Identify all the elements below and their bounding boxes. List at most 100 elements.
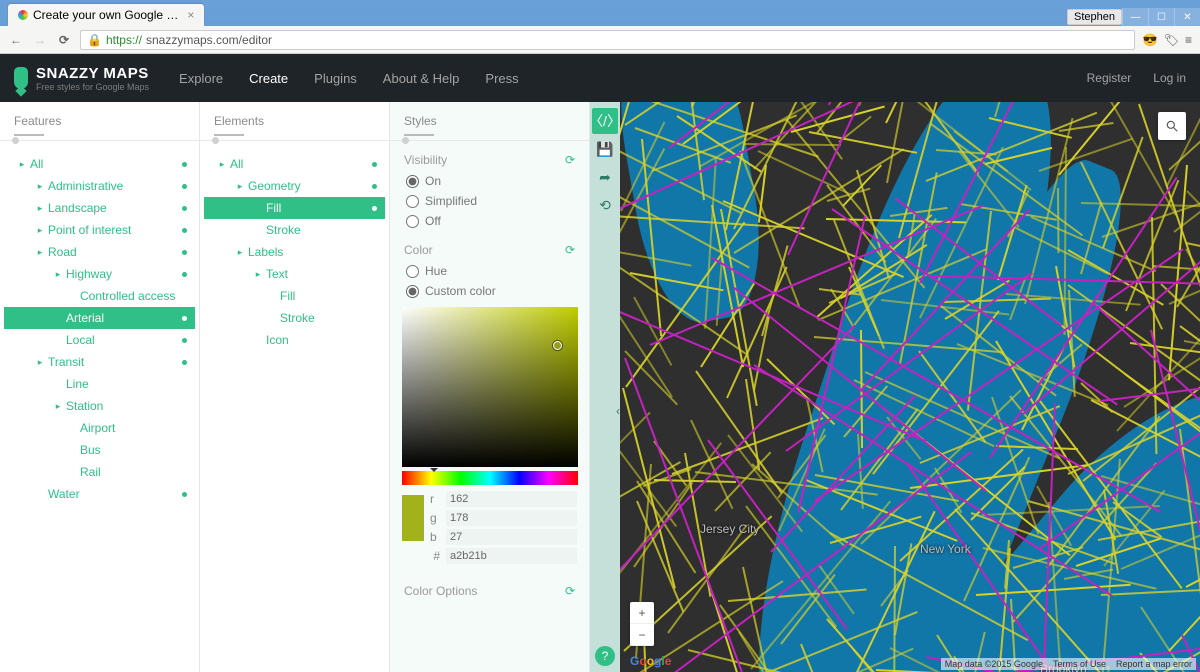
share-button[interactable]: ➦ <box>592 164 618 190</box>
map-search-button[interactable] <box>1158 112 1186 140</box>
bookmark-icon[interactable]: 🏷 <box>1164 33 1179 47</box>
feature-highway[interactable]: ▸Highway <box>4 263 195 285</box>
element-text[interactable]: ▸Text <box>204 263 385 285</box>
visibility-reset-icon[interactable]: ⟳ <box>565 153 575 167</box>
feature-transit[interactable]: ▸Transit <box>4 351 195 373</box>
tree-label: Controlled access <box>80 289 175 303</box>
color-options-reset-icon[interactable]: ⟳ <box>565 584 575 598</box>
address-bar[interactable]: 🔒 https:// snazzymaps.com/editor <box>80 30 1135 50</box>
lock-icon: 🔒 <box>87 33 102 47</box>
hue-marker-icon[interactable] <box>430 468 438 476</box>
visibility-on[interactable]: On <box>390 171 589 191</box>
zoom-in-button[interactable]: + <box>630 602 654 624</box>
feature-administrative[interactable]: ▸ Administrative <box>4 175 195 197</box>
color-custom[interactable]: Custom color <box>390 281 589 301</box>
g-input[interactable] <box>446 510 577 526</box>
nav-about[interactable]: About & Help <box>383 71 460 86</box>
menu-icon[interactable]: ≡ <box>1185 33 1192 47</box>
incognito-icon[interactable]: 😎 <box>1143 33 1158 47</box>
help-button[interactable]: ? <box>595 646 615 666</box>
tree-label: Administrative <box>48 179 123 193</box>
feature-arterial[interactable]: Arterial <box>4 307 195 329</box>
color-satval-picker[interactable] <box>402 307 578 467</box>
nav-explore[interactable]: Explore <box>179 71 223 86</box>
feature-controlled-access[interactable]: Controlled access <box>4 285 195 307</box>
reload-icon[interactable]: ⟳ <box>56 33 72 47</box>
r-input[interactable] <box>446 491 577 507</box>
login-link[interactable]: Log in <box>1153 71 1186 85</box>
element-labels[interactable]: ▸Labels <box>204 241 385 263</box>
nav-create[interactable]: Create <box>249 71 288 86</box>
modified-dot-icon <box>182 338 187 343</box>
code-view-button[interactable]: 〈/〉 <box>592 108 618 134</box>
brand-name: SNAZZY MAPS <box>36 65 149 82</box>
element-stroke[interactable]: Stroke <box>204 219 385 241</box>
hex-input[interactable] <box>446 548 577 564</box>
caret-icon: ▸ <box>36 247 44 258</box>
tree-label: Geometry <box>248 179 301 193</box>
feature-airport[interactable]: Airport <box>4 417 195 439</box>
browser-tab[interactable]: Create your own Google … × <box>8 4 204 26</box>
forward-icon[interactable]: → <box>32 33 48 47</box>
feature-station[interactable]: ▸Station <box>4 395 195 417</box>
b-input[interactable] <box>446 529 577 545</box>
element-icon[interactable]: Icon <box>204 329 385 351</box>
feature-point-of-interest[interactable]: ▸ Point of interest <box>4 219 195 241</box>
nav-plugins[interactable]: Plugins <box>314 71 357 86</box>
element-fill[interactable]: Fill <box>204 197 385 219</box>
feature-road[interactable]: ▸Road <box>4 241 195 263</box>
element-fill[interactable]: Fill <box>204 285 385 307</box>
color-hue[interactable]: Hue <box>390 261 589 281</box>
feature-bus[interactable]: Bus <box>4 439 195 461</box>
element-geometry[interactable]: ▸ Geometry <box>204 175 385 197</box>
back-icon[interactable]: ← <box>8 33 24 47</box>
reset-button[interactable]: ⟲ <box>592 192 618 218</box>
close-tab-icon[interactable]: × <box>187 8 194 22</box>
feature-landscape[interactable]: ▸Landscape <box>4 197 195 219</box>
tree-label: Highway <box>66 267 112 281</box>
logo[interactable]: SNAZZY MAPS Free styles for Google Maps <box>14 65 149 92</box>
tree-label: Fill <box>280 289 295 303</box>
close-button[interactable]: ✕ <box>1174 8 1200 26</box>
attrib-terms[interactable]: Terms of Use <box>1053 659 1106 669</box>
visibility-label: Visibility <box>404 153 447 167</box>
caret-icon: ▸ <box>36 225 44 236</box>
tree-label: Fill <box>266 201 281 215</box>
color-reset-icon[interactable]: ⟳ <box>565 243 575 257</box>
visibility-simplified[interactable]: Simplified <box>390 191 589 211</box>
element-stroke[interactable]: Stroke <box>204 307 385 329</box>
map-place-label: Jersey City <box>700 522 759 536</box>
feature-line[interactable]: Line <box>4 373 195 395</box>
caret-icon: ▸ <box>236 181 244 192</box>
attrib-data: Map data ©2015 Google <box>945 659 1043 669</box>
caret-icon: ▸ <box>18 159 26 170</box>
element-all[interactable]: ▸All <box>204 153 385 175</box>
tree-label: All <box>30 157 43 171</box>
zoom-control: + − <box>630 602 654 646</box>
register-link[interactable]: Register <box>1087 71 1132 85</box>
caret-icon: ▸ <box>36 181 44 192</box>
save-button[interactable]: 💾 <box>592 136 618 162</box>
color-hue-slider[interactable] <box>402 471 578 485</box>
nav-press[interactable]: Press <box>485 71 518 86</box>
attrib-report[interactable]: Report a map error <box>1116 659 1192 669</box>
maximize-button[interactable]: ☐ <box>1148 8 1174 26</box>
map-canvas[interactable]: New YorkJersey CityBrooklyn <box>620 102 1200 672</box>
caret-icon: ▸ <box>218 159 226 170</box>
feature-all[interactable]: ▸ All <box>4 153 195 175</box>
b-label: b <box>430 530 440 544</box>
minimize-button[interactable]: — <box>1122 8 1148 26</box>
picker-cursor-icon[interactable] <box>553 341 562 350</box>
caret-icon: ▸ <box>36 357 44 368</box>
feature-water[interactable]: Water <box>4 483 195 505</box>
feature-local[interactable]: Local <box>4 329 195 351</box>
profile-chip[interactable]: Stephen <box>1067 9 1122 25</box>
visibility-off[interactable]: Off <box>390 211 589 231</box>
modified-dot-icon <box>182 316 187 321</box>
modified-dot-icon <box>182 206 187 211</box>
tree-label: Point of interest <box>48 223 131 237</box>
zoom-out-button[interactable]: − <box>630 624 654 646</box>
caret-icon: ▸ <box>36 203 44 214</box>
feature-rail[interactable]: Rail <box>4 461 195 483</box>
url-text: snazzymaps.com/editor <box>146 33 272 47</box>
